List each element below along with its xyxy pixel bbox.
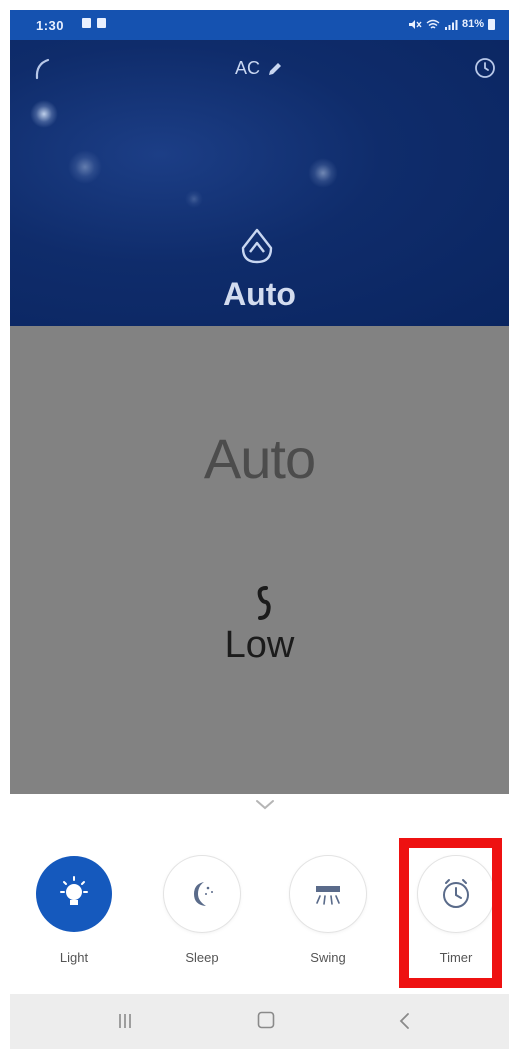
hero-section: AC Auto [10, 40, 509, 326]
chevron-down-icon[interactable] [254, 798, 276, 812]
mode-label: Auto [203, 427, 316, 490]
mode-overlay[interactable]: Auto Low [10, 326, 509, 794]
light-bulb-icon [60, 876, 88, 905]
light-label: Light [59, 950, 89, 965]
mute-icon [408, 19, 422, 29]
notification-icon [97, 18, 106, 28]
wifi-icon [426, 19, 440, 29]
fan-speed-label: Low [224, 624, 295, 666]
sleep-button-circle[interactable] [164, 856, 240, 932]
auto-mode-icon [241, 228, 273, 264]
swing-label: Swing [310, 950, 346, 965]
home-icon[interactable] [256, 1010, 276, 1030]
clock-icon[interactable] [473, 56, 497, 80]
light-button-circle[interactable] [36, 856, 112, 932]
swing-icon [316, 886, 340, 905]
sparkle [308, 158, 338, 188]
recent-apps-icon[interactable] [115, 1011, 135, 1031]
title-group[interactable]: AC [10, 58, 509, 79]
battery-percent: 81% [461, 18, 484, 30]
swing-button[interactable]: Swing [278, 856, 378, 976]
notification-icon [82, 18, 91, 28]
back-chevron-icon[interactable] [398, 1011, 412, 1031]
app-header: AC [10, 40, 509, 100]
phone-screen: 1:30 81% AC Auto Auto Low Light Sleep Sw… [10, 10, 509, 1049]
current-mode: Auto [223, 276, 296, 312]
sparkle [185, 190, 203, 208]
timer-highlight-box [399, 838, 502, 988]
system-nav-bar [10, 994, 509, 1049]
signal-icon [444, 19, 458, 30]
battery-icon [488, 18, 495, 30]
light-button[interactable]: Light [24, 856, 124, 976]
sleep-button[interactable]: Sleep [152, 856, 252, 976]
sparkle [68, 150, 102, 184]
pencil-icon[interactable] [266, 60, 284, 78]
device-title: AC [234, 58, 260, 78]
swing-button-circle[interactable] [290, 856, 366, 932]
status-right: 81% [408, 18, 495, 30]
moon-icon [194, 882, 213, 906]
fan-icon [257, 586, 271, 620]
sleep-label: Sleep [185, 950, 219, 965]
sparkle [30, 100, 58, 128]
notification-icons [82, 18, 106, 28]
status-bar: 1:30 81% [10, 10, 509, 40]
status-time: 1:30 [36, 18, 65, 33]
